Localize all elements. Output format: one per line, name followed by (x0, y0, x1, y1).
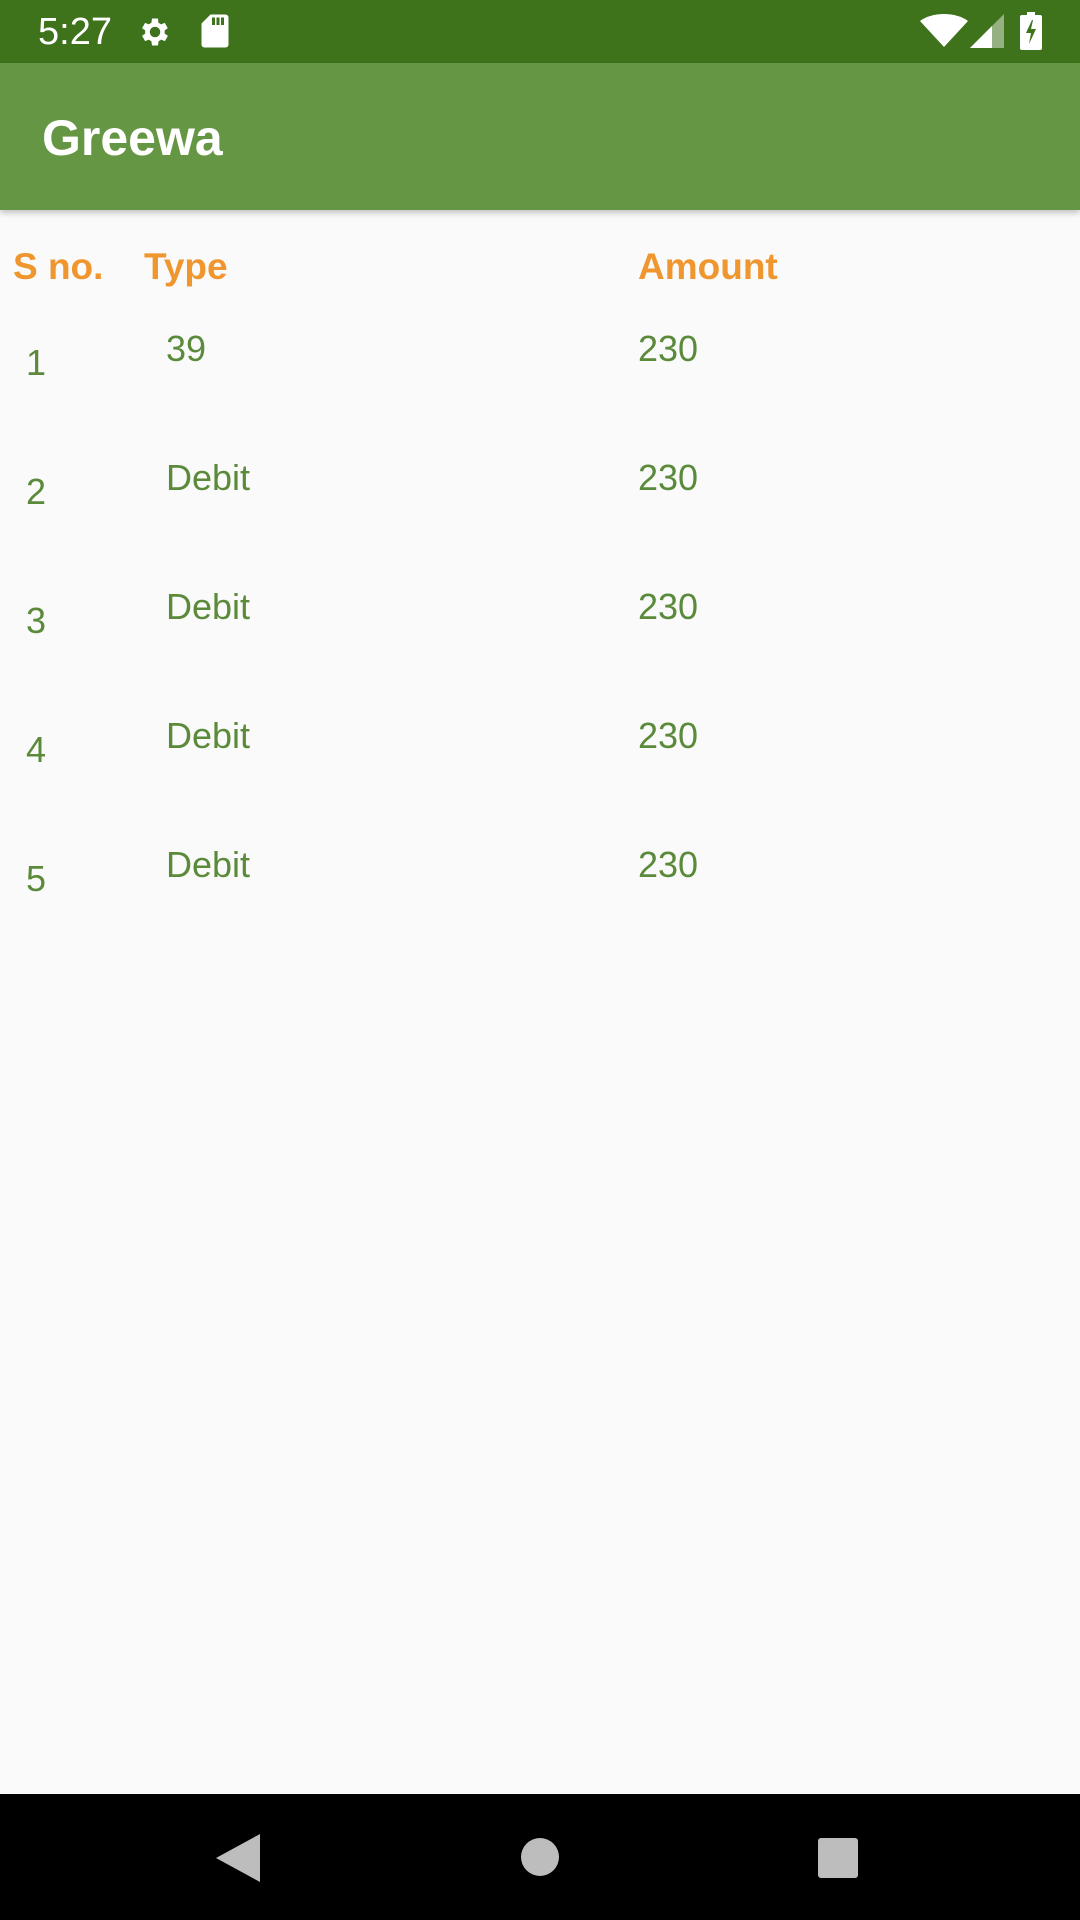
row-type: Debit (166, 844, 251, 885)
table-row: 3 Debit 230 (0, 468, 1080, 641)
app-bar: Greewa (0, 63, 1080, 210)
table-row: 2 Debit 230 (0, 339, 1080, 512)
wifi-icon (920, 14, 968, 47)
table-row: 5 Debit 230 (0, 726, 1080, 899)
sd-card-icon (201, 14, 229, 48)
app-title: Greewa (42, 110, 223, 166)
battery-charging-icon (1020, 12, 1042, 50)
row-amount: 230 (638, 844, 699, 885)
table-row: 4 Debit 230 (0, 597, 1080, 770)
screen: 5:27 Greewa S no. Type Amount 1 39 230 2… (0, 0, 1080, 1920)
navigation-bar (0, 1794, 1080, 1920)
status-bar: 5:27 (0, 0, 1080, 63)
table-row: 1 39 230 (0, 210, 1080, 383)
recents-icon[interactable] (818, 1838, 858, 1878)
row-sno: 5 (26, 858, 47, 899)
status-time: 5:27 (38, 11, 112, 53)
home-icon[interactable] (519, 1836, 561, 1878)
back-icon[interactable] (216, 1834, 260, 1882)
signal-icon (970, 14, 1004, 48)
gear-icon (142, 18, 168, 46)
